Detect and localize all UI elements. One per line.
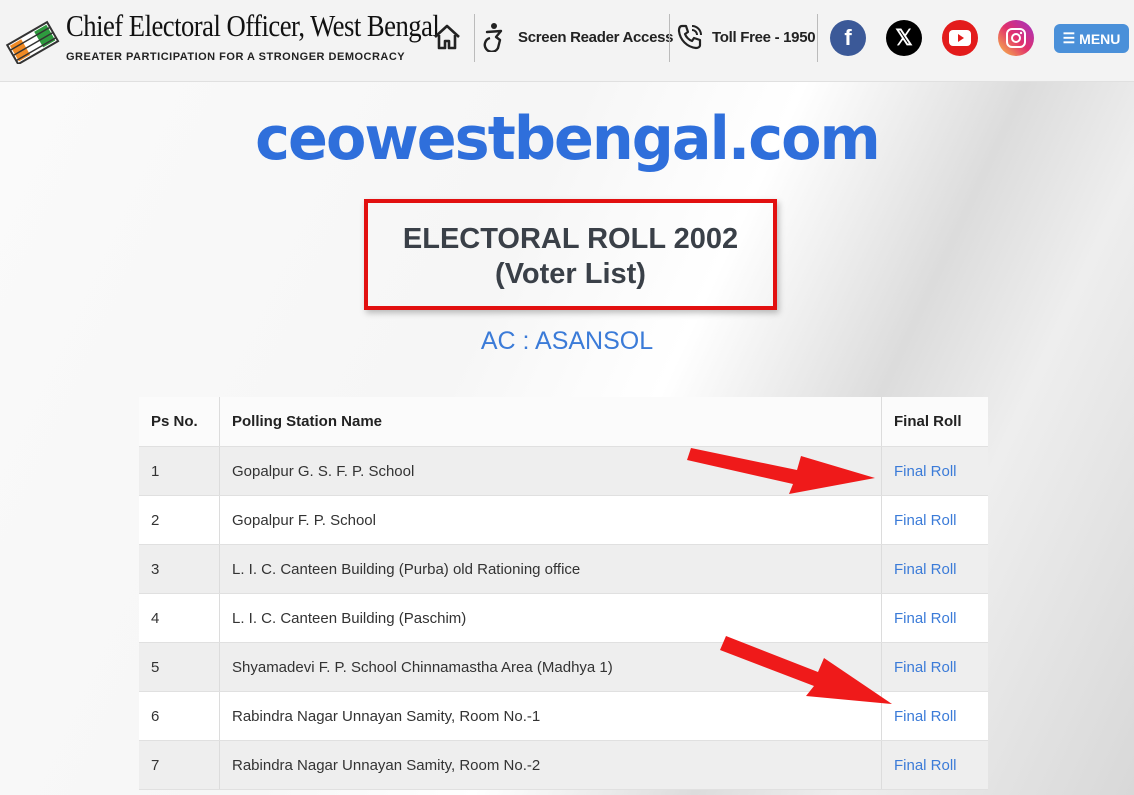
final-roll-link[interactable]: Final Roll [894,708,957,725]
station-name: L. I. C. Canteen Building (Purba) old Ra… [220,545,882,593]
main-content: ceowestbengal.com ELECTORAL ROLL 2002 (V… [0,82,1134,795]
domain-watermark: ceowestbengal.com [255,104,881,174]
assembly-constituency-label: AC : ASANSOL [480,327,654,355]
x-twitter-icon[interactable]: 𝕏 [886,20,922,56]
page-subtitle: (Voter List) [495,258,646,290]
final-roll-link[interactable]: Final Roll [894,512,957,529]
screen-reader-access-link[interactable]: Screen Reader Access [518,29,674,46]
header-divider [474,14,475,62]
accessibility-icon[interactable] [481,22,509,52]
final-roll-link[interactable]: Final Roll [894,561,957,578]
column-header-ps-no: Ps No. [139,397,220,446]
toll-free-link[interactable]: Toll Free - 1950 [712,29,816,46]
red-arrow-icon [720,636,892,704]
page-title: ELECTORAL ROLL 2002 [402,223,739,255]
instagram-icon[interactable] [998,20,1034,56]
table-row: 7 Rabindra Nagar Unnayan Samity, Room No… [139,741,988,790]
ps-number: 1 [139,447,220,495]
ballot-logo-icon[interactable] [2,10,62,64]
red-arrow-icon [687,448,875,494]
home-icon[interactable] [432,23,462,51]
site-tagline: GREATER PARTICIPATION FOR A STRONGER DEM… [66,51,406,63]
table-row: 2 Gopalpur F. P. School Final Roll [139,496,988,545]
ps-number: 4 [139,594,220,642]
electoral-roll-heading-box: ELECTORAL ROLL 2002 (Voter List) [364,199,777,310]
site-title[interactable]: Chief Electoral Officer, West Bengal [66,8,440,44]
youtube-icon[interactable] [942,20,978,56]
header-divider [817,14,818,62]
ps-number: 6 [139,692,220,740]
column-header-final-roll: Final Roll [894,413,962,430]
final-roll-link[interactable]: Final Roll [894,463,957,480]
hamburger-icon: ☰ [1062,30,1076,46]
ps-number: 3 [139,545,220,593]
final-roll-link[interactable]: Final Roll [894,610,957,627]
final-roll-link[interactable]: Final Roll [894,659,957,676]
facebook-icon[interactable]: f [830,20,866,56]
table-row: 3 L. I. C. Canteen Building (Purba) old … [139,545,988,594]
station-name: Rabindra Nagar Unnayan Samity, Room No.-… [220,741,882,789]
menu-button[interactable]: ☰ MENU [1054,24,1129,53]
final-roll-link[interactable]: Final Roll [894,757,957,774]
phone-icon[interactable] [676,23,704,51]
ps-number: 2 [139,496,220,544]
menu-label: MENU [1079,30,1121,47]
station-name: Gopalpur F. P. School [220,496,882,544]
ps-number: 5 [139,643,220,691]
ps-number: 7 [139,741,220,789]
site-header: Chief Electoral Officer, West Bengal GRE… [0,0,1134,82]
header-divider [669,14,670,62]
